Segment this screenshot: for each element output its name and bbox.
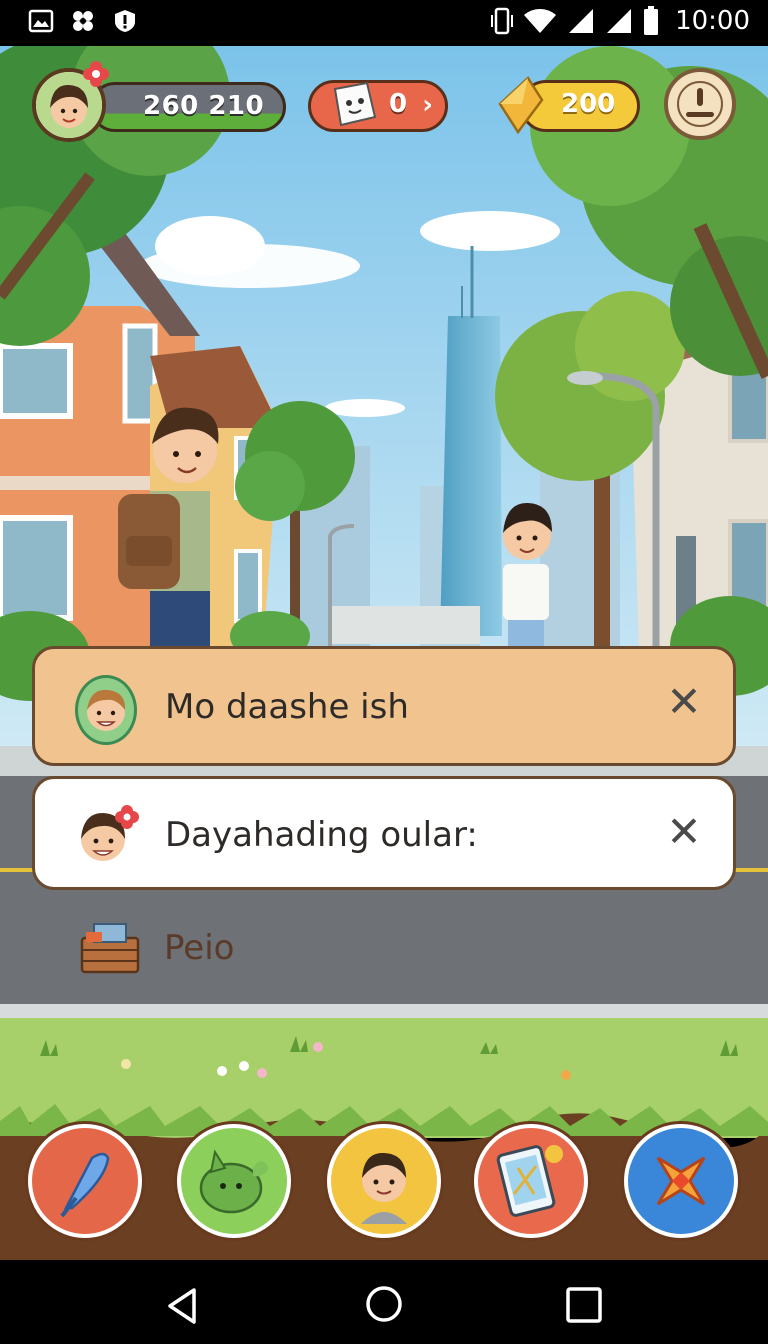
xp-value: 260 210 [143,91,265,121]
character-button[interactable] [327,1124,441,1238]
dialog-prompt-text: Dayahading oular: [165,815,478,855]
image-icon [28,9,54,33]
girl-face-icon [81,805,139,861]
character-icon [361,1152,407,1224]
back-icon[interactable] [164,1286,200,1326]
vibrate-icon [491,7,514,35]
star-button[interactable] [624,1124,738,1238]
pinwheel-icon [73,11,93,31]
gold-count: 200 [561,89,616,119]
xp-bar[interactable]: 260 210 [90,82,286,132]
feather-button[interactable] [28,1124,142,1238]
navigation-bar [0,1260,768,1344]
tablet-button[interactable] [474,1124,588,1238]
dialog-card-message[interactable]: Mo daashe ish ✕ [32,646,736,766]
dialog-message-text: Mo daashe ish [165,687,409,727]
feather-icon [60,1152,110,1218]
menu-face-icon [677,81,723,127]
chevron-right-icon: › [422,90,433,120]
gem-icon [498,76,544,135]
boy-face-icon [87,689,126,731]
star-icon [656,1156,706,1206]
dialog-card-prompt[interactable]: Dayahading oular: ✕ [32,776,736,890]
creature-button[interactable] [177,1124,291,1238]
cards-counter[interactable]: 0 › [308,80,448,132]
item-label: Peio [164,928,235,968]
speaker-avatar [71,799,139,871]
wifi-icon [524,9,557,33]
speaker-avatar [75,675,137,745]
close-icon[interactable]: ✕ [663,811,705,853]
home-icon[interactable] [364,1284,404,1324]
tablet-icon [496,1145,563,1217]
close-icon[interactable]: ✕ [663,681,705,723]
battery-icon [644,6,659,35]
crate-icon [80,923,140,974]
settings-button[interactable] [664,68,736,140]
status-time: 10:00 [675,6,750,36]
signal-icon [607,9,632,33]
item-option[interactable]: Peio [76,912,476,978]
card-pack-icon [333,81,377,127]
cards-count: 0 [389,89,408,119]
signal-icon [569,9,594,33]
game-screen: 10:00 260 210 0 › 200 Mo daashe ish ✕ Da… [0,0,768,1344]
recents-icon[interactable] [565,1286,603,1324]
flower-badge-icon [83,61,109,87]
shield-icon [115,10,135,32]
creature-icon [199,1149,269,1214]
status-bar: 10:00 [0,0,768,46]
